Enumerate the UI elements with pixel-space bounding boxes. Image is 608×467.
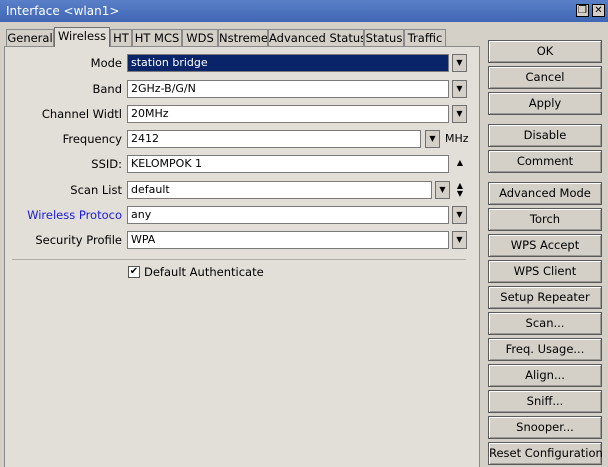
tab-advanced-status[interactable]: Advanced Status: [268, 29, 364, 46]
security-profile-dropdown-icon[interactable]: ▼: [452, 231, 467, 249]
collapse-up-icon[interactable]: ▲: [454, 159, 466, 167]
restore-icon[interactable]: ❐: [576, 4, 589, 17]
tab-ht[interactable]: HT: [110, 29, 132, 46]
tab-traffic[interactable]: Traffic: [404, 29, 446, 46]
tab-nstreme[interactable]: Nstreme: [218, 29, 268, 46]
wireless-protocol-dropdown-icon[interactable]: ▼: [452, 206, 467, 224]
torch-button[interactable]: Torch: [488, 208, 602, 231]
security-profile-label: Security Profile: [35, 233, 122, 247]
channel-width-select[interactable]: 20MHz: [127, 105, 449, 123]
align-button[interactable]: Align...: [488, 364, 602, 387]
frequency-select[interactable]: 2412: [127, 130, 421, 148]
mode-label: Mode: [90, 56, 122, 70]
scan-list-dropdown-icon[interactable]: ▼: [435, 181, 450, 199]
tab-status[interactable]: Status: [364, 29, 404, 46]
apply-button[interactable]: Apply: [488, 92, 602, 115]
scan-list-label: Scan List: [70, 183, 122, 197]
ssid-input[interactable]: KELOMPOK 1: [127, 155, 449, 173]
tab-wireless[interactable]: Wireless: [54, 27, 110, 47]
frequency-unit: MHz: [445, 132, 469, 145]
ssid-label: SSID:: [91, 157, 122, 171]
wps-client-button[interactable]: WPS Client: [488, 260, 602, 283]
reset-configuration-button[interactable]: Reset Configuration: [488, 442, 603, 465]
mode-select[interactable]: station bridge: [127, 54, 449, 72]
cancel-button[interactable]: Cancel: [488, 66, 602, 89]
security-profile-select[interactable]: WPA: [127, 231, 449, 249]
freq-usage-button[interactable]: Freq. Usage...: [488, 338, 602, 361]
comment-button[interactable]: Comment: [488, 150, 602, 173]
frequency-dropdown-icon[interactable]: ▼: [425, 130, 440, 148]
tab-ht-mcs[interactable]: HT MCS: [132, 29, 182, 46]
band-select[interactable]: 2GHz-B/G/N: [127, 80, 449, 98]
tab-wds[interactable]: WDS: [182, 29, 218, 46]
advanced-mode-button[interactable]: Advanced Mode: [488, 182, 602, 205]
window-titlebar: Interface <wlan1> ❐ ✕: [0, 0, 608, 22]
scan-button[interactable]: Scan...: [488, 312, 602, 335]
default-authenticate-checkbox[interactable]: ✔: [128, 266, 140, 278]
disable-button[interactable]: Disable: [488, 124, 602, 147]
wireless-protocol-label[interactable]: Wireless Protoco: [27, 206, 122, 224]
tab-general[interactable]: General: [6, 29, 54, 46]
setup-repeater-button[interactable]: Setup Repeater: [488, 286, 602, 309]
band-dropdown-icon[interactable]: ▼: [452, 80, 467, 98]
window-title: Interface <wlan1>: [6, 4, 120, 18]
close-icon[interactable]: ✕: [592, 4, 605, 17]
band-label: Band: [92, 82, 122, 96]
channel-width-dropdown-icon[interactable]: ▼: [452, 105, 467, 123]
scan-list-select[interactable]: default: [127, 181, 432, 199]
add-remove-icon[interactable]: ▲ ▼: [454, 182, 466, 198]
frequency-label: Frequency: [62, 132, 122, 146]
ok-button[interactable]: OK: [488, 40, 602, 63]
sniff-button[interactable]: Sniff...: [488, 390, 602, 413]
wireless-protocol-select[interactable]: any: [127, 206, 449, 224]
section-divider: [12, 259, 466, 260]
mode-dropdown-icon[interactable]: ▼: [452, 54, 467, 72]
wps-accept-button[interactable]: WPS Accept: [488, 234, 602, 257]
channel-width-label: Channel Widtl: [41, 107, 122, 121]
snooper-button[interactable]: Snooper...: [488, 416, 602, 439]
default-authenticate-label: Default Authenticate: [144, 265, 264, 279]
